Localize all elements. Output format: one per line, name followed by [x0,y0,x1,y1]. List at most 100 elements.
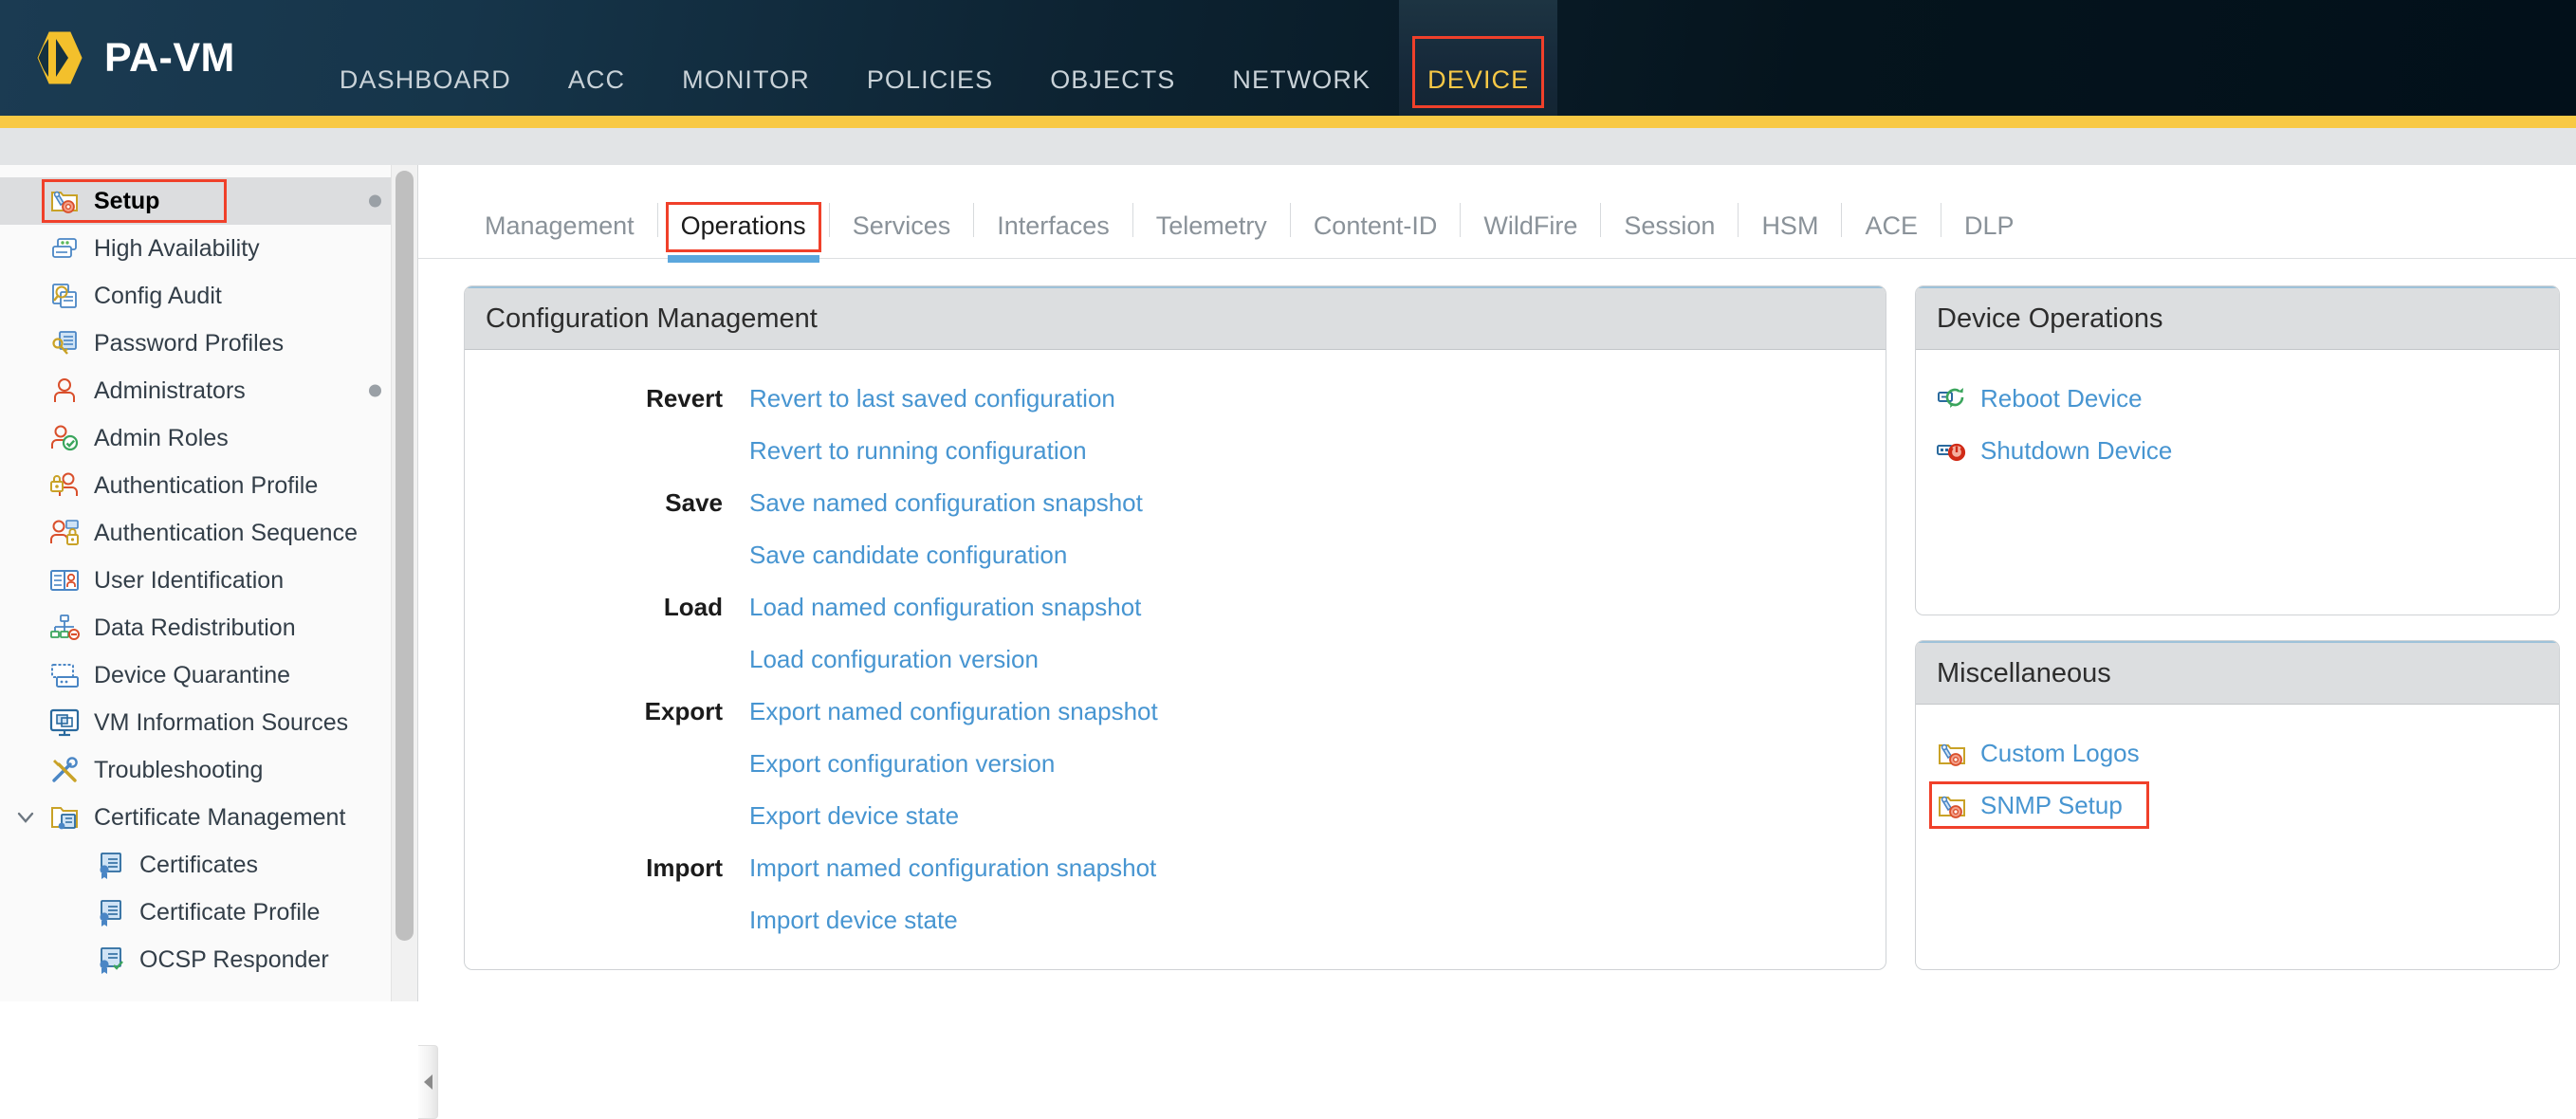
chevron-down-icon[interactable] [15,807,36,828]
vm-monitor-icon [49,707,80,738]
main-content: Management Operations Services Interface… [418,165,2576,1001]
sidebar-item-label: Device Quarantine [94,662,290,689]
sidebar-item-certificates[interactable]: Certificates [0,841,417,889]
tab-management[interactable]: Management [464,211,655,258]
nav-label: NETWORK [1232,65,1371,95]
panel-title: Miscellaneous [1916,641,2559,705]
nav-acc[interactable]: ACC [540,0,653,116]
tab-wildfire[interactable]: WildFire [1463,211,1598,258]
tab-telemetry[interactable]: Telemetry [1135,211,1288,258]
link-reboot-device[interactable]: Reboot Device [1980,384,2143,413]
panel-body: Revert Revert to last saved configuratio… [465,350,1886,946]
tab-interfaces[interactable]: Interfaces [976,211,1131,258]
sidebar-item-authentication-sequence[interactable]: Authentication Sequence [0,509,417,557]
nav-objects[interactable]: OBJECTS [1021,0,1204,116]
tab-label: Content-ID [1314,211,1438,240]
sidebar-item-admin-roles[interactable]: Admin Roles [0,414,417,462]
folder-certificate-icon [49,802,80,833]
link-save-candidate-configuration[interactable]: Save candidate configuration [749,541,1067,570]
nav-network[interactable]: NETWORK [1204,0,1399,116]
tab-label: Telemetry [1156,211,1267,240]
sidebar-item-label: OCSP Responder [139,946,329,974]
certificate-icon [95,897,125,927]
nav-dashboard[interactable]: DASHBOARD [311,0,540,116]
tab-operations[interactable]: Operations [660,211,827,258]
nav-label: DASHBOARD [340,65,511,95]
sidebar-scrollbar-thumb[interactable] [396,171,414,941]
sidebar-item-administrators[interactable]: Administrators [0,367,417,414]
tab-separator [1600,203,1601,237]
config-row-label: Load [465,593,749,622]
user-lock-number-icon [49,518,80,548]
config-row-label: Revert [465,384,749,413]
link-load-configuration-version[interactable]: Load configuration version [749,645,1039,674]
sidebar-item-ocsp-responder[interactable]: OCSP Responder [0,936,417,983]
tab-content-id[interactable]: Content-ID [1293,211,1459,258]
sidebar-item-device-quarantine[interactable]: Device Quarantine [0,651,417,699]
miscellaneous-panel: Miscellaneous Custom Logos [1915,640,2560,970]
link-import-device-state[interactable]: Import device state [749,906,958,935]
user-check-icon [49,423,80,453]
tab-hsm[interactable]: HSM [1740,211,1839,258]
sidebar-item-certificate-profile[interactable]: Certificate Profile [0,889,417,936]
nav-device[interactable]: DEVICE [1399,0,1557,116]
sidebar-item-label: Authentication Profile [94,472,318,500]
sidebar-item-setup[interactable]: Setup [0,177,417,225]
config-row: Load Load named configuration snapshot [465,581,1886,633]
tab-label: ACE [1865,211,1918,240]
link-custom-logos[interactable]: Custom Logos [1980,739,2140,768]
config-row-label: Save [465,488,749,518]
link-row[interactable]: Custom Logos [1916,727,2559,780]
config-row: Import Import named configuration snapsh… [465,842,1886,894]
sidebar-item-label: Data Redistribution [94,615,296,642]
config-row: Export Export named configuration snapsh… [465,686,1886,738]
panels-container: Configuration Management Revert Revert t… [418,259,2576,970]
link-row[interactable]: Reboot Device [1916,373,2559,425]
link-export-configuration-version[interactable]: Export configuration version [749,749,1055,779]
sidebar-item-user-identification[interactable]: User Identification [0,557,417,604]
sidebar-item-authentication-profile[interactable]: Authentication Profile [0,462,417,509]
sidebar-item-certificate-management[interactable]: Certificate Management [0,794,417,841]
sidebar-item-config-audit[interactable]: Config Audit [0,272,417,320]
user-icon [49,376,80,406]
sidebar-scrollbar[interactable] [391,165,417,1001]
palo-alto-hex-logo-icon [34,30,85,85]
config-row: Import device state [465,894,1886,946]
brand: PA-VM [0,0,235,116]
sidebar-collapse-handle[interactable] [418,1045,438,1119]
sidebar-item-data-redistribution[interactable]: Data Redistribution [0,604,417,651]
user-lock-icon [49,470,80,501]
sidebar-item-high-availability[interactable]: High Availability [0,225,417,272]
link-shutdown-device[interactable]: Shutdown Device [1980,436,2172,466]
tab-session[interactable]: Session [1603,211,1736,258]
link-snmp-setup[interactable]: SNMP Setup [1980,791,2123,820]
tab-services[interactable]: Services [832,211,972,258]
nav-label: MONITOR [682,65,810,95]
sidebar-item-label: Troubleshooting [94,757,263,784]
sidebar-item-label: VM Information Sources [94,709,348,737]
link-export-device-state[interactable]: Export device state [749,801,959,831]
toolbar-gap [0,128,2576,165]
sidebar-item-password-profiles[interactable]: Password Profiles [0,320,417,367]
device-subtabs: Management Operations Services Interface… [418,165,2576,259]
link-save-named-configuration-snapshot[interactable]: Save named configuration snapshot [749,488,1143,518]
link-import-named-configuration-snapshot[interactable]: Import named configuration snapshot [749,853,1156,883]
link-revert-to-last-saved-configuration[interactable]: Revert to last saved configuration [749,384,1115,413]
tab-dlp[interactable]: DLP [1943,211,2035,258]
sidebar-item-troubleshooting[interactable]: Troubleshooting [0,746,417,794]
nav-monitor[interactable]: MONITOR [653,0,838,116]
nav-policies[interactable]: POLICIES [838,0,1021,116]
shutdown-device-icon [1937,436,1967,467]
link-row[interactable]: Shutdown Device [1916,425,2559,477]
link-export-named-configuration-snapshot[interactable]: Export named configuration snapshot [749,697,1158,726]
id-card-icon [49,565,80,596]
tab-separator [1132,203,1133,237]
link-row[interactable]: SNMP Setup [1916,780,2559,832]
tab-ace[interactable]: ACE [1844,211,1939,258]
tab-label: Session [1624,211,1715,240]
link-load-named-configuration-snapshot[interactable]: Load named configuration snapshot [749,593,1141,622]
panel-title: Device Operations [1916,286,2559,350]
sidebar-item-vm-information-sources[interactable]: VM Information Sources [0,699,417,746]
link-revert-to-running-configuration[interactable]: Revert to running configuration [749,436,1087,466]
folder-wrench-gear-icon [1937,739,1967,769]
